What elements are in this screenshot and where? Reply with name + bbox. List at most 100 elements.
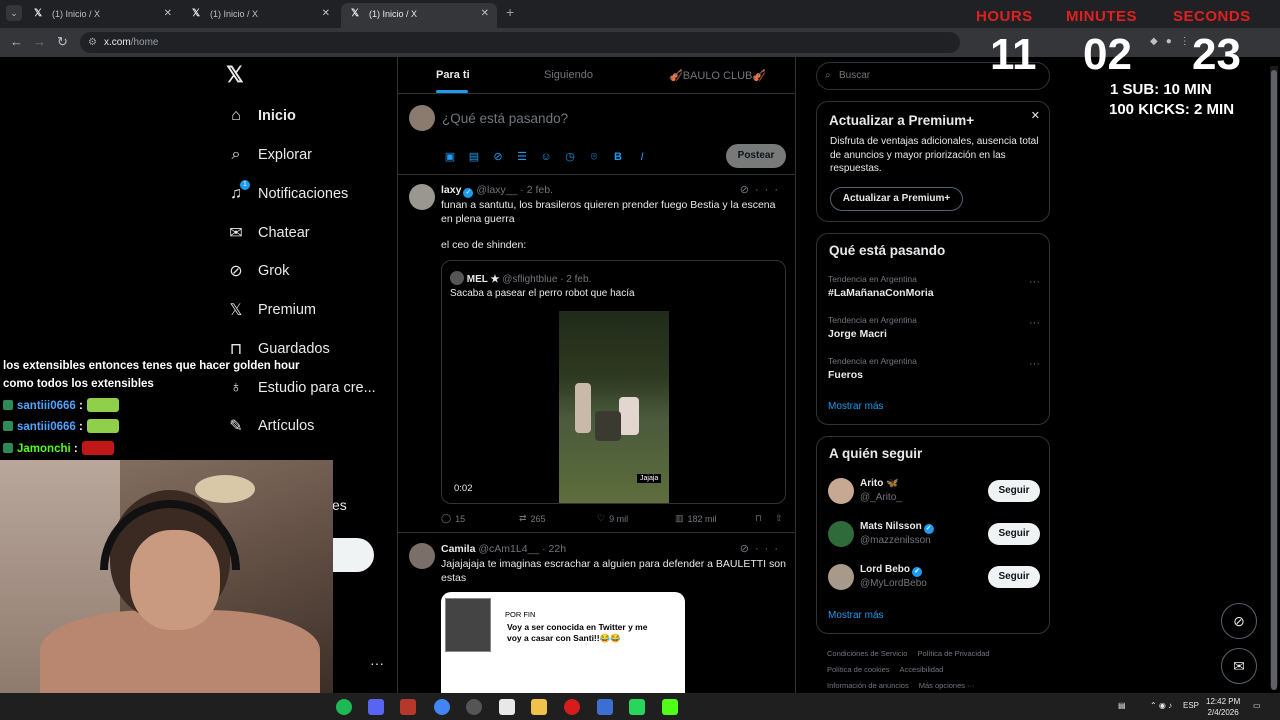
clock[interactable]: 12:42 PM 2/4/2026	[1206, 696, 1240, 718]
tray-icons[interactable]: ⌃ ◉ ♪	[1150, 701, 1172, 710]
composer-input[interactable]: ¿Qué está pasando?	[442, 111, 568, 126]
poll-icon[interactable]: ☰	[514, 149, 530, 165]
follow-suggestion[interactable]: Arito 🦋 @_Arito_ Seguir	[828, 476, 1040, 506]
quoted-tweet[interactable]: MEL ★ @sflightblue · 2 feb. Sacaba a pas…	[441, 260, 786, 504]
browser-tab-active[interactable]: 𝕏 (1) Inicio / X ✕	[341, 3, 497, 28]
follow-button[interactable]: Seguir	[988, 480, 1040, 502]
footer-link[interactable]: Información de anuncios	[827, 681, 909, 690]
app-icon[interactable]	[499, 699, 515, 715]
tab-siguiendo[interactable]: Siguiendo	[544, 69, 593, 81]
tweet-more-icon[interactable]: ⊘···	[740, 183, 784, 196]
reply-button[interactable]: ◯ 15	[441, 513, 519, 524]
views-button[interactable]: ▥ 182 mil	[675, 513, 755, 524]
video-player[interactable]: Jajaja	[559, 311, 669, 503]
close-icon[interactable]: ✕	[1031, 109, 1040, 122]
italic-icon[interactable]: I	[634, 149, 650, 165]
back-icon[interactable]: ←	[10, 34, 23, 49]
more-icon[interactable]: ···	[1029, 276, 1040, 288]
tweet-author-name[interactable]: laxy	[441, 184, 461, 196]
browser-tab[interactable]: 𝕏 (1) Inicio / X ✕	[24, 3, 180, 28]
repost-button[interactable]: ⇄ 265	[519, 513, 597, 524]
tweet-more-icon[interactable]: ⊘···	[740, 542, 784, 555]
more-icon[interactable]: ···	[1029, 358, 1040, 370]
follow-button[interactable]: Seguir	[988, 523, 1040, 545]
footer-link[interactable]: Accesibilidad	[900, 665, 944, 674]
chrome-icon[interactable]	[434, 699, 450, 715]
premium-button[interactable]: Actualizar a Premium+	[830, 187, 963, 211]
trend-item[interactable]: Tendencia en Argentina #LaMañanaConMoria…	[828, 274, 1040, 299]
tweet-image[interactable]: POR FIN Voy a ser conocida en Twitter y …	[441, 592, 685, 693]
follow-suggestion[interactable]: Mats Nilsson ✓ @mazzenilsson Seguir	[828, 519, 1040, 549]
site-info-icon[interactable]: ⚙	[88, 32, 97, 53]
bold-icon[interactable]: B	[610, 149, 626, 165]
show-more-link[interactable]: Mostrar más	[828, 401, 884, 412]
close-tab-icon[interactable]: ✕	[164, 3, 172, 25]
close-tab-icon[interactable]: ✕	[481, 3, 489, 25]
tweet-author-name[interactable]: Camila	[441, 543, 475, 555]
tray-icons[interactable]: ▤	[1118, 701, 1126, 710]
footer-link[interactable]: Más opciones ···	[919, 681, 975, 690]
obs-icon[interactable]	[466, 699, 482, 715]
app-icon[interactable]	[629, 699, 645, 715]
like-button[interactable]: ♡ 9 mil	[597, 513, 675, 524]
account-more-icon[interactable]: ···	[370, 655, 384, 671]
language-indicator[interactable]: ESP	[1183, 701, 1199, 710]
show-more-link[interactable]: Mostrar más	[828, 610, 884, 621]
tweet-handle[interactable]: @cAm1L4__	[478, 543, 539, 555]
nav-item-notificaciones[interactable]: ♫ 1 Notificaciones	[226, 179, 348, 209]
share-icon[interactable]: ⇧	[775, 513, 783, 524]
discord-icon[interactable]	[368, 699, 384, 715]
grok-fab-icon[interactable]: ⊘	[1221, 603, 1257, 639]
address-bar[interactable]: ⚙ x.com/home	[80, 32, 960, 53]
bookmark-icon[interactable]: ⊓	[755, 513, 775, 524]
avatar[interactable]	[409, 184, 435, 210]
tweet-date[interactable]: · 2 feb.	[520, 184, 553, 196]
tab-baulo-club[interactable]: 🎻BAULO CLUB🎻	[669, 69, 766, 82]
tab-search-menu-icon[interactable]: ⌄	[6, 5, 22, 21]
emoji-icon[interactable]: ☺	[538, 149, 554, 165]
nav-item-explorar[interactable]: ⌕ Explorar	[226, 140, 312, 170]
tweet-handle[interactable]: @laxy__	[476, 184, 517, 196]
gif-icon[interactable]: ▤	[466, 149, 482, 165]
opera-icon[interactable]	[564, 699, 580, 715]
nav-item-premium[interactable]: 𝕏 Premium	[226, 295, 316, 325]
tweet-date[interactable]: · 22h	[542, 543, 566, 555]
avatar[interactable]	[409, 105, 435, 131]
tweet[interactable]: Camila @cAm1L4__ · 22h ⊘··· Jajajajaja t…	[398, 534, 795, 693]
grok-icon[interactable]: ⊘	[490, 149, 506, 165]
new-tab-icon[interactable]: +	[506, 4, 514, 20]
reload-icon[interactable]: ↻	[57, 34, 68, 50]
location-icon[interactable]: ⌾	[586, 149, 602, 165]
notification-center-icon[interactable]: ▭	[1253, 701, 1261, 710]
more-icon[interactable]: ···	[1029, 317, 1040, 329]
trend-item[interactable]: Tendencia en Argentina Fueros ···	[828, 356, 1040, 381]
browser-tab[interactable]: 𝕏 (1) Inicio / X ✕	[182, 3, 338, 28]
kick-icon[interactable]	[662, 699, 678, 715]
nav-item-label-partial[interactable]: es	[332, 497, 347, 513]
trend-item[interactable]: Tendencia en Argentina Jorge Macri ···	[828, 315, 1040, 340]
footer-link[interactable]: Condiciones de Servicio	[827, 649, 907, 658]
footer-link[interactable]: Política de cookies	[827, 665, 890, 674]
tab-para-ti[interactable]: Para ti	[436, 69, 470, 81]
nav-item-chatear[interactable]: ✉ Chatear	[226, 218, 309, 248]
file-explorer-icon[interactable]	[531, 699, 547, 715]
postear-button[interactable]: Postear	[726, 144, 786, 168]
nav-item-grok[interactable]: ⊘ Grok	[226, 256, 289, 286]
extension-icons[interactable]: ◆●⋮	[1150, 36, 1198, 47]
follow-button[interactable]: Seguir	[988, 566, 1040, 588]
avatar[interactable]	[409, 543, 435, 569]
footer-link[interactable]: Política de Privacidad	[917, 649, 989, 658]
schedule-icon[interactable]: ◷	[562, 149, 578, 165]
messages-fab-icon[interactable]: ✉	[1221, 648, 1257, 684]
forward-icon[interactable]: →	[33, 34, 46, 49]
app-icon[interactable]	[400, 699, 416, 715]
close-tab-icon[interactable]: ✕	[322, 3, 330, 25]
app-icon[interactable]	[597, 699, 613, 715]
x-logo-icon[interactable]: 𝕏	[226, 62, 244, 88]
nav-item-inicio[interactable]: ⌂ Inicio	[226, 101, 296, 131]
tweet[interactable]: laxy ✓ @laxy__ · 2 feb. ⊘··· funan a sant…	[398, 175, 795, 533]
scrollbar-thumb[interactable]	[1271, 70, 1277, 690]
follow-suggestion[interactable]: Lord Bebo ✓ @MyLordBebo Seguir	[828, 562, 1040, 592]
image-icon[interactable]: ▣	[442, 149, 458, 165]
spotify-icon[interactable]	[336, 699, 352, 715]
